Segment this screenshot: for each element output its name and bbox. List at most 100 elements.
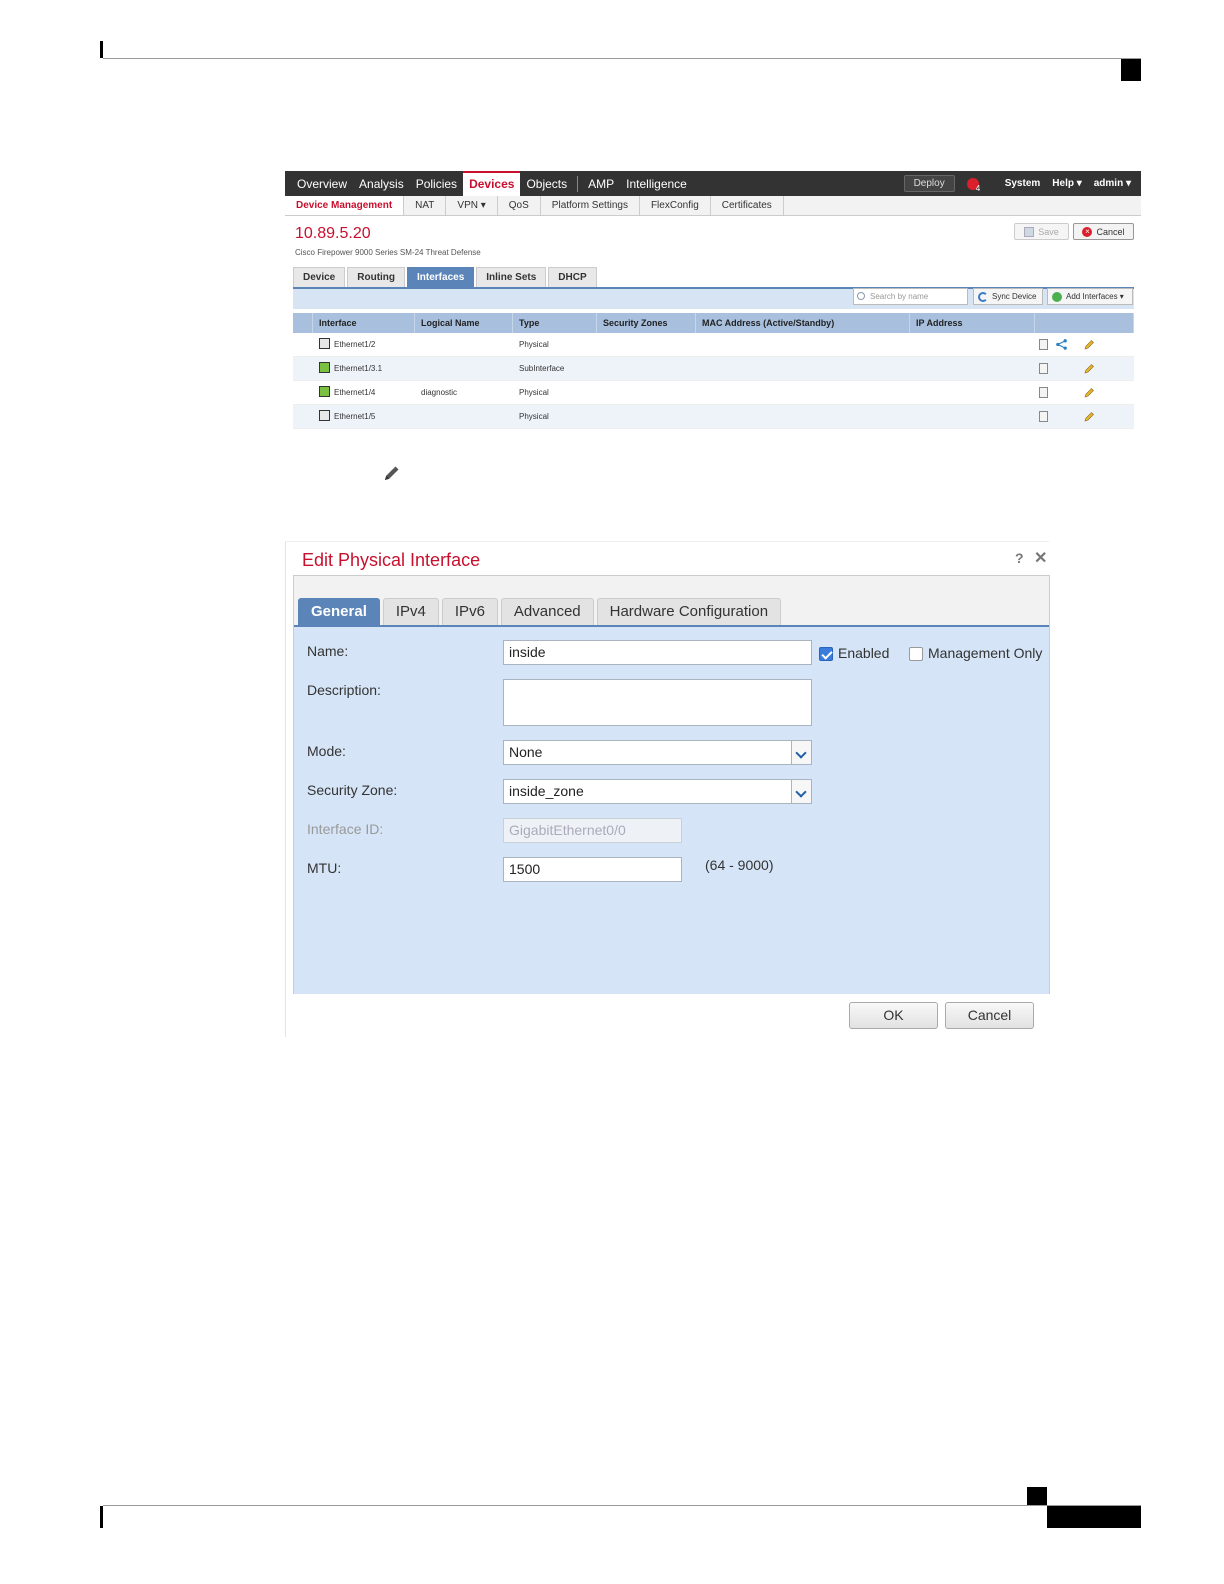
cancel-icon: × (1082, 226, 1093, 237)
subnav-device-management[interactable]: Device Management (285, 196, 405, 215)
interface-name: Ethernet1/2 (334, 340, 376, 349)
chevron-down-icon[interactable] (791, 780, 811, 803)
nav-amp[interactable]: AMP (582, 171, 620, 196)
nav-intelligence[interactable]: Intelligence (620, 171, 693, 196)
col-type[interactable]: Type (513, 313, 597, 333)
subnav-certificates[interactable]: Certificates (711, 196, 784, 215)
col-mac-address[interactable]: MAC Address (Active/Standby) (696, 313, 910, 333)
mtu-input[interactable]: 1500 (503, 857, 682, 882)
tab-interfaces[interactable]: Interfaces (407, 267, 475, 287)
nav-overview[interactable]: Overview (291, 171, 353, 196)
mode-select[interactable]: None (503, 740, 812, 765)
device-tabs: Device Routing Interfaces Inline Sets DH… (293, 267, 597, 287)
tab-advanced[interactable]: Advanced (500, 598, 594, 625)
tab-device[interactable]: Device (293, 267, 346, 287)
footer-tick (100, 1506, 103, 1528)
tab-ipv6[interactable]: IPv6 (441, 598, 498, 625)
row-logical-name (415, 333, 513, 356)
deploy-button[interactable]: Deploy (903, 175, 955, 192)
row-ip (910, 357, 1035, 380)
top-navigation: Overview Analysis Policies Devices Objec… (285, 171, 1141, 196)
subnav-qos[interactable]: QoS (498, 196, 541, 215)
row-zone (597, 405, 696, 428)
name-input[interactable]: inside (503, 640, 812, 665)
row-spacer (293, 333, 313, 356)
table-row[interactable]: Ethernet1/2 Physical (293, 333, 1134, 357)
tab-routing[interactable]: Routing (347, 267, 406, 287)
document-icon[interactable] (1039, 363, 1048, 374)
subnav-flexconfig[interactable]: FlexConfig (640, 196, 711, 215)
add-interfaces-button[interactable]: Add Interfaces ▾ (1047, 288, 1133, 305)
table-row[interactable]: Ethernet1/4 diagnostic Physical (293, 381, 1134, 405)
fmc-devices-screenshot: Overview Analysis Policies Devices Objec… (285, 171, 1141, 443)
col-logical-name[interactable]: Logical Name (415, 313, 513, 333)
tab-dhcp[interactable]: DHCP (548, 267, 597, 287)
share-icon[interactable] (1056, 339, 1067, 350)
header-rule (103, 58, 1141, 59)
col-actions (1035, 313, 1134, 333)
edit-pencil-icon[interactable] (1083, 363, 1095, 375)
close-icon[interactable]: ✕ (1034, 548, 1047, 568)
document-icon[interactable] (1039, 339, 1048, 350)
general-panel: Name: inside Enabled Management Only Des… (294, 625, 1049, 994)
row-type: SubInterface (519, 364, 565, 373)
ok-button[interactable]: OK (849, 1002, 938, 1029)
row-ip (910, 381, 1035, 404)
edit-pencil-icon[interactable] (1083, 387, 1095, 399)
interface-name: Ethernet1/3.1 (334, 364, 383, 373)
nav-devices[interactable]: Devices (463, 171, 521, 196)
help-menu[interactable]: Help ▾ (1052, 178, 1081, 189)
document-icon[interactable] (1039, 387, 1048, 398)
enabled-label: Enabled (838, 645, 890, 661)
edit-pencil-icon (385, 466, 399, 480)
nav-policies[interactable]: Policies (410, 171, 463, 196)
row-spacer (293, 405, 313, 428)
table-row[interactable]: Ethernet1/5 Physical (293, 405, 1134, 429)
dialog-cancel-button[interactable]: Cancel (945, 1002, 1034, 1029)
help-icon[interactable]: ? (1015, 550, 1024, 566)
edit-pencil-icon[interactable] (1083, 411, 1095, 423)
document-icon[interactable] (1039, 411, 1048, 422)
col-ip-address[interactable]: IP Address (910, 313, 1035, 333)
row-interface: Ethernet1/4 (313, 381, 415, 404)
interface-id-field: GigabitEthernet0/0 (503, 818, 682, 843)
system-menu[interactable]: System (1005, 178, 1041, 189)
subnav-vpn[interactable]: VPN ▾ (446, 196, 498, 215)
subnav-nat[interactable]: NAT (404, 196, 447, 215)
col-security-zones[interactable]: Security Zones (597, 313, 696, 333)
table-row[interactable]: Ethernet1/3.1 SubInterface (293, 357, 1134, 381)
description-input[interactable] (503, 679, 812, 726)
sync-device-button[interactable]: Sync Device (973, 288, 1043, 305)
nav-analysis[interactable]: Analysis (353, 171, 410, 196)
tab-general[interactable]: General (298, 598, 380, 625)
interface-name: Ethernet1/4 (334, 388, 376, 397)
row-mac (696, 381, 910, 404)
col-interface[interactable]: Interface (313, 313, 415, 333)
search-input[interactable]: Search by name (853, 288, 968, 305)
tab-hardware-configuration[interactable]: Hardware Configuration (596, 598, 782, 625)
edit-pencil-icon[interactable] (1083, 339, 1095, 351)
sync-icon (978, 292, 988, 302)
nav-objects[interactable]: Objects (520, 171, 573, 196)
security-zone-value: inside_zone (509, 783, 584, 799)
row-spacer (293, 357, 313, 380)
footer-block (1027, 1487, 1047, 1505)
subinterface-icon (319, 362, 330, 373)
save-button[interactable]: Save (1014, 223, 1069, 240)
search-placeholder: Search by name (870, 292, 929, 301)
tab-inline-sets[interactable]: Inline Sets (476, 267, 547, 287)
admin-menu[interactable]: admin ▾ (1094, 178, 1131, 189)
enabled-checkbox[interactable] (819, 647, 833, 661)
security-zone-select[interactable]: inside_zone (503, 779, 812, 804)
dialog-title: Edit Physical Interface (302, 550, 481, 570)
mtu-range-hint: (64 - 9000) (705, 857, 774, 873)
alert-icon[interactable]: 4 (966, 177, 980, 193)
row-type: Physical (519, 388, 549, 397)
security-zone-label: Security Zone: (307, 782, 398, 798)
subnav-platform-settings[interactable]: Platform Settings (541, 196, 640, 215)
chevron-down-icon[interactable] (791, 741, 811, 764)
top-nav-right: Deploy 4 System Help ▾ admin ▾ (903, 175, 1141, 193)
management-only-checkbox[interactable] (909, 647, 923, 661)
cancel-button[interactable]: × Cancel (1073, 223, 1134, 240)
tab-ipv4[interactable]: IPv4 (382, 598, 439, 625)
